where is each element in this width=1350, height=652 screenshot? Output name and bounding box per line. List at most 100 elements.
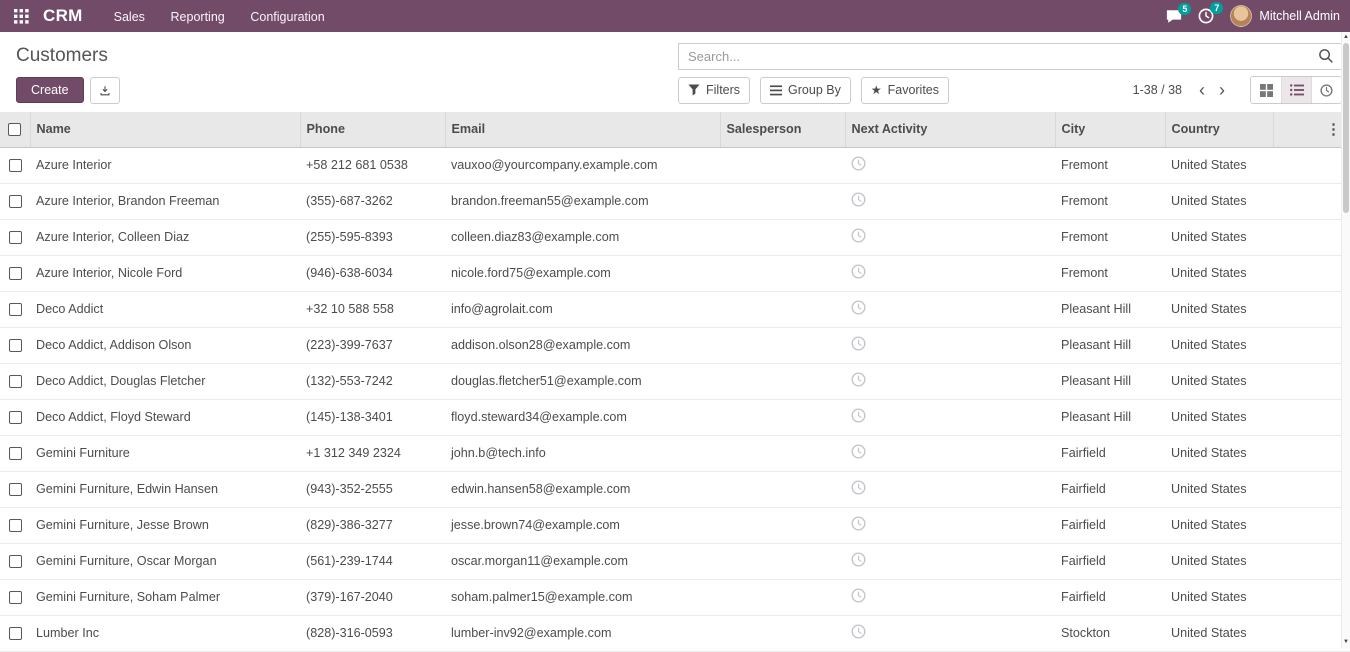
cell-next-activity[interactable] [845, 255, 1055, 291]
next-activity-clock-icon[interactable] [851, 480, 866, 495]
cell-email[interactable]: douglas.fletcher51@example.com [445, 363, 720, 399]
row-checkbox[interactable] [9, 447, 22, 460]
cell-name[interactable]: Deco Addict, Douglas Fletcher [30, 363, 300, 399]
next-activity-clock-icon[interactable] [851, 264, 866, 279]
row-checkbox[interactable] [9, 555, 22, 568]
cell-country[interactable]: United States [1165, 615, 1273, 651]
cell-next-activity[interactable] [845, 363, 1055, 399]
cell-next-activity[interactable] [845, 399, 1055, 435]
export-button[interactable] [90, 77, 120, 104]
cell-city[interactable]: Fairfield [1055, 543, 1165, 579]
table-row[interactable]: Azure Interior +58 212 681 0538 vauxoo@y… [0, 147, 1350, 183]
table-row[interactable]: Gemini Furniture, Edwin Hansen (943)-352… [0, 471, 1350, 507]
table-row[interactable]: Deco Addict, Addison Olson (223)-399-763… [0, 327, 1350, 363]
cell-next-activity[interactable] [845, 615, 1055, 651]
cell-name[interactable]: Azure Interior, Brandon Freeman [30, 183, 300, 219]
cell-city[interactable]: Fairfield [1055, 507, 1165, 543]
cell-next-activity[interactable] [845, 183, 1055, 219]
view-activity-button[interactable] [1311, 77, 1341, 103]
cell-salesperson[interactable] [720, 435, 845, 471]
cell-salesperson[interactable] [720, 147, 845, 183]
cell-city[interactable]: Stockton [1055, 615, 1165, 651]
cell-email[interactable]: lumber-inv92@example.com [445, 615, 720, 651]
cell-city[interactable]: Fairfield [1055, 471, 1165, 507]
messages-icon[interactable]: 5 [1166, 9, 1182, 24]
cell-name[interactable]: Lumber Inc [30, 615, 300, 651]
cell-phone[interactable]: (946)-638-6034 [300, 255, 445, 291]
menu-configuration[interactable]: Configuration [239, 3, 335, 31]
cell-salesperson[interactable] [720, 543, 845, 579]
row-checkbox[interactable] [9, 303, 22, 316]
view-kanban-button[interactable] [1251, 77, 1281, 103]
cell-name[interactable]: Deco Addict [30, 291, 300, 327]
row-checkbox[interactable] [9, 195, 22, 208]
cell-city[interactable]: Fremont [1055, 219, 1165, 255]
cell-next-activity[interactable] [845, 471, 1055, 507]
filters-button[interactable]: Filters [678, 77, 750, 104]
cell-next-activity[interactable] [845, 543, 1055, 579]
apps-menu-icon[interactable] [10, 7, 33, 26]
cell-phone[interactable]: +1 312 349 2324 [300, 435, 445, 471]
table-row[interactable]: Azure Interior, Colleen Diaz (255)-595-8… [0, 219, 1350, 255]
app-title[interactable]: CRM [43, 6, 83, 26]
row-checkbox[interactable] [9, 375, 22, 388]
scroll-down-icon[interactable]: ▼ [1342, 639, 1350, 645]
cell-country[interactable]: United States [1165, 327, 1273, 363]
cell-name[interactable]: Gemini Furniture, Jesse Brown [30, 507, 300, 543]
next-activity-clock-icon[interactable] [851, 588, 866, 603]
cell-name[interactable]: Gemini Furniture, Soham Palmer [30, 579, 300, 615]
menu-reporting[interactable]: Reporting [160, 3, 236, 31]
row-checkbox[interactable] [9, 483, 22, 496]
cell-salesperson[interactable] [720, 291, 845, 327]
table-row[interactable]: Lumber Inc (828)-316-0593 lumber-inv92@e… [0, 615, 1350, 651]
cell-phone[interactable]: (145)-138-3401 [300, 399, 445, 435]
table-row[interactable]: Azure Interior, Nicole Ford (946)-638-60… [0, 255, 1350, 291]
row-checkbox[interactable] [9, 591, 22, 604]
vertical-scrollbar[interactable]: ▲ ▼ [1341, 32, 1350, 648]
cell-salesperson[interactable] [720, 471, 845, 507]
cell-name[interactable]: Gemini Furniture [30, 435, 300, 471]
cell-phone[interactable]: +58 212 681 0538 [300, 147, 445, 183]
cell-phone[interactable]: (829)-386-3277 [300, 507, 445, 543]
create-button[interactable]: Create [16, 77, 84, 103]
cell-phone[interactable]: +32 10 588 558 [300, 291, 445, 327]
row-checkbox[interactable] [9, 159, 22, 172]
table-row[interactable]: Gemini Furniture +1 312 349 2324 john.b@… [0, 435, 1350, 471]
cell-country[interactable]: United States [1165, 471, 1273, 507]
search-input[interactable] [686, 48, 1318, 65]
cell-salesperson[interactable] [720, 327, 845, 363]
menu-sales[interactable]: Sales [103, 3, 156, 31]
optional-columns-icon[interactable]: ⋮ [1326, 121, 1341, 138]
cell-phone[interactable]: (561)-239-1744 [300, 543, 445, 579]
cell-email[interactable]: vauxoo@yourcompany.example.com [445, 147, 720, 183]
cell-city[interactable]: Fremont [1055, 147, 1165, 183]
cell-email[interactable]: john.b@tech.info [445, 435, 720, 471]
cell-next-activity[interactable] [845, 327, 1055, 363]
column-header-country[interactable]: Country [1165, 112, 1273, 147]
cell-country[interactable]: United States [1165, 219, 1273, 255]
cell-city[interactable]: Pleasant Hill [1055, 399, 1165, 435]
row-checkbox[interactable] [9, 411, 22, 424]
next-activity-clock-icon[interactable] [851, 192, 866, 207]
cell-next-activity[interactable] [845, 147, 1055, 183]
row-checkbox[interactable] [9, 519, 22, 532]
cell-email[interactable]: brandon.freeman55@example.com [445, 183, 720, 219]
cell-email[interactable]: edwin.hansen58@example.com [445, 471, 720, 507]
cell-phone[interactable]: (255)-595-8393 [300, 219, 445, 255]
cell-email[interactable]: colleen.diaz83@example.com [445, 219, 720, 255]
pager-previous-button[interactable]: ‹ [1192, 81, 1212, 99]
group-by-button[interactable]: Group By [760, 77, 851, 104]
next-activity-clock-icon[interactable] [851, 372, 866, 387]
cell-name[interactable]: Azure Interior, Colleen Diaz [30, 219, 300, 255]
cell-email[interactable]: oscar.morgan11@example.com [445, 543, 720, 579]
cell-next-activity[interactable] [845, 219, 1055, 255]
cell-country[interactable]: United States [1165, 183, 1273, 219]
cell-name[interactable]: Deco Addict, Floyd Steward [30, 399, 300, 435]
cell-country[interactable]: United States [1165, 147, 1273, 183]
cell-name[interactable]: Deco Addict, Addison Olson [30, 327, 300, 363]
cell-country[interactable]: United States [1165, 507, 1273, 543]
cell-country[interactable]: United States [1165, 363, 1273, 399]
column-header-salesperson[interactable]: Salesperson [720, 112, 845, 147]
next-activity-clock-icon[interactable] [851, 300, 866, 315]
column-header-next-activity[interactable]: Next Activity [845, 112, 1055, 147]
